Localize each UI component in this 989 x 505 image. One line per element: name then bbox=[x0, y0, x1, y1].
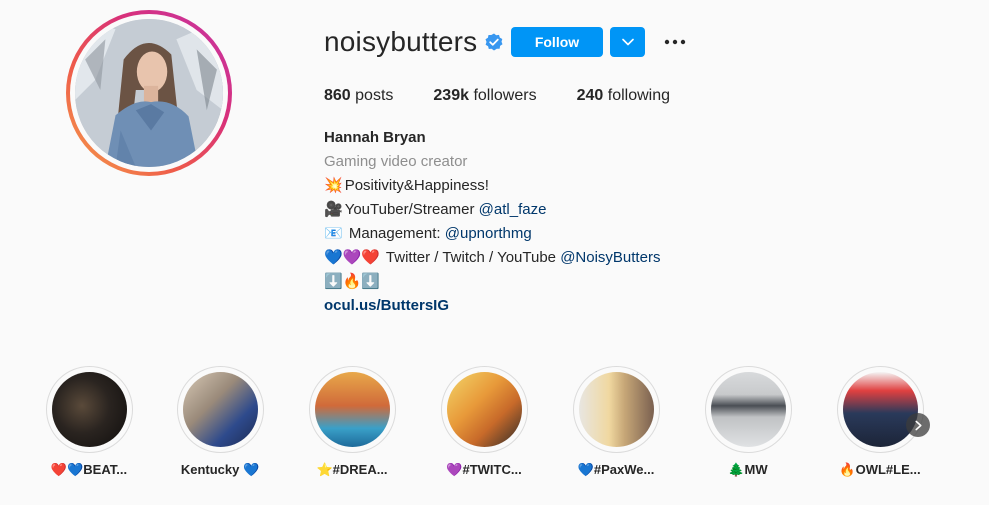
bio-text-3: Management: bbox=[344, 225, 445, 242]
bio-external-link[interactable]: ocul.us/ButtersIG bbox=[324, 294, 660, 318]
bio-line-4: 💙💜❤️ Twitter / Twitch / YouTube @NoisyBu… bbox=[324, 246, 660, 270]
highlight-cover-image bbox=[710, 372, 786, 447]
followers-count: 239k bbox=[433, 87, 469, 104]
profile-stats: 860 posts 239k followers 240 following bbox=[324, 86, 710, 106]
story-highlight[interactable]: ❤️💙BEAT... bbox=[45, 366, 133, 478]
highlight-label: Kentucky 💙 bbox=[180, 462, 260, 477]
avatar-photo bbox=[75, 19, 223, 167]
highlight-cover-ring bbox=[176, 366, 264, 453]
posts-stat: 860 posts bbox=[324, 86, 393, 106]
highlight-cover-image bbox=[842, 372, 918, 447]
highlight-cover-ring bbox=[308, 366, 396, 453]
followers-label: followers bbox=[473, 87, 537, 104]
highlight-label: ❤️💙BEAT... bbox=[50, 462, 128, 477]
camera-emoji-icon: 🎥 bbox=[324, 201, 343, 218]
more-options-button[interactable] bbox=[663, 28, 687, 56]
story-highlight[interactable]: 💙#PaxWe... bbox=[572, 366, 660, 478]
story-highlight[interactable]: 💜#TWITC... bbox=[440, 366, 528, 478]
bio-text-2: YouTuber/Streamer bbox=[344, 201, 479, 218]
highlight-cover-ring bbox=[836, 366, 924, 453]
highlight-label: ⭐#DREA... bbox=[316, 462, 388, 477]
posts-count: 860 bbox=[324, 87, 351, 104]
bio-text-4: Twitter / Twitch / YouTube bbox=[382, 249, 561, 266]
profile-page: noisybutters Follow 860 posts 239k follo… bbox=[0, 0, 989, 505]
following-label: following bbox=[607, 87, 671, 104]
highlight-cover-ring bbox=[440, 366, 528, 453]
mention-noisybutters-link[interactable]: @NoisyButters bbox=[560, 246, 660, 270]
mention-atl-faze-link[interactable]: @atl_faze bbox=[479, 198, 547, 222]
following-stat[interactable]: 240 following bbox=[577, 86, 670, 106]
category-label: Gaming video creator bbox=[324, 153, 468, 170]
bio-line-5: ⬇️🔥⬇️ bbox=[324, 270, 660, 294]
highlight-cover-ring bbox=[704, 366, 792, 453]
arrows-fire-emoji-icon: ⬇️🔥⬇️ bbox=[324, 273, 381, 290]
highlight-cover-ring bbox=[45, 366, 133, 453]
story-highlight[interactable]: ⭐#DREA... bbox=[308, 366, 396, 478]
ellipsis-icon bbox=[664, 39, 686, 45]
highlight-cover-image bbox=[578, 372, 654, 447]
bio-line-1: 💥 Positivity&Happiness! bbox=[324, 174, 660, 198]
chevron-right-icon bbox=[914, 420, 922, 430]
highlight-cover-image bbox=[314, 372, 390, 447]
profile-avatar[interactable] bbox=[66, 10, 232, 176]
highlight-cover-image bbox=[51, 372, 127, 447]
verified-badge-icon bbox=[485, 33, 503, 51]
highlight-cover-image bbox=[446, 372, 522, 447]
collision-emoji-icon: 💥 bbox=[324, 177, 343, 194]
profile-bio: Hannah Bryan Gaming video creator 💥 Posi… bbox=[324, 126, 660, 318]
avatar-image bbox=[75, 19, 223, 167]
highlight-cover-ring bbox=[572, 366, 660, 453]
highlights-next-button[interactable] bbox=[906, 413, 930, 437]
hearts-emoji-icon: 💙💜❤️ bbox=[324, 249, 381, 266]
bio-line-2: 🎥 YouTuber/Streamer @atl_faze bbox=[324, 198, 660, 222]
highlight-label: 🌲MW bbox=[728, 462, 768, 477]
followers-stat[interactable]: 239k followers bbox=[433, 86, 536, 106]
mention-upnorthmg-link[interactable]: @upnorthmg bbox=[445, 222, 532, 246]
bio-line-3: 📧 Management: @upnorthmg bbox=[324, 222, 660, 246]
story-highlight[interactable]: Kentucky 💙 bbox=[176, 366, 264, 478]
bio-text-1: Positivity&Happiness! bbox=[344, 177, 489, 194]
highlight-cover-image bbox=[182, 372, 258, 447]
highlight-label: 🔥OWL#LE... bbox=[839, 462, 921, 477]
suggested-dropdown-button[interactable] bbox=[610, 27, 645, 57]
following-count: 240 bbox=[576, 87, 604, 104]
posts-label: posts bbox=[355, 87, 394, 104]
email-emoji-icon: 📧 bbox=[324, 225, 343, 242]
username: noisybutters bbox=[324, 26, 478, 57]
highlight-label: 💜#TWITC... bbox=[446, 462, 522, 477]
full-name: Hannah Bryan bbox=[324, 129, 426, 146]
story-highlight[interactable]: 🌲MW bbox=[704, 366, 792, 478]
highlight-label: 💙#PaxWe... bbox=[577, 462, 655, 477]
chevron-down-icon bbox=[621, 38, 634, 46]
follow-button[interactable]: Follow bbox=[511, 27, 603, 57]
profile-header: noisybutters Follow bbox=[324, 26, 686, 58]
